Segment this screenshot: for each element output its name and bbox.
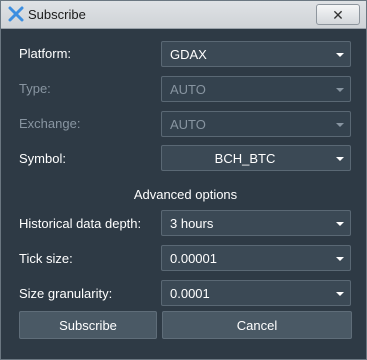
tick-size-value: 0.00001 [170,251,217,266]
historical-depth-value: 3 hours [170,216,214,231]
chevron-down-icon [336,157,344,161]
size-granularity-select[interactable]: 0.0001 [161,280,351,306]
dialog-content: Platform: GDAX Type: AUTO Exchange: AUTO… [2,29,365,358]
tick-size-label: Tick size: [19,251,73,266]
size-granularity-label: Size granularity: [19,286,113,301]
close-button[interactable]: ✕ [316,4,360,25]
type-label: Type: [19,81,51,96]
platform-label: Platform: [19,46,72,61]
exchange-label: Exchange: [19,116,81,131]
platform-select[interactable]: GDAX [161,41,351,67]
historical-depth-select[interactable]: 3 hours [161,210,351,236]
chevron-down-icon [336,53,344,57]
tick-size-select[interactable]: 0.00001 [161,245,351,271]
chevron-down-icon [336,257,344,261]
symbol-label: Symbol: [19,151,66,166]
subscribe-button[interactable]: Subscribe [19,311,157,339]
advanced-options-heading: Advanced options [133,187,238,202]
type-select[interactable]: AUTO [161,76,351,102]
close-icon: ✕ [332,6,344,23]
symbol-value: BCH_BTC [214,151,276,166]
platform-value: GDAX [170,47,207,62]
subscribe-dialog: Subscribe ✕ Platform: GDAX Type: AUTO Ex… [0,0,367,360]
app-x-logo-icon [8,6,24,22]
title-bar[interactable]: Subscribe ✕ [1,1,366,29]
chevron-down-icon [336,222,344,226]
exchange-value: AUTO [170,117,206,132]
type-value: AUTO [170,82,206,97]
size-granularity-value: 0.0001 [170,286,210,301]
historical-depth-label: Historical data depth: [19,216,142,231]
exchange-select[interactable]: AUTO [161,111,351,137]
chevron-down-icon [336,88,344,92]
chevron-down-icon [336,292,344,296]
symbol-select[interactable]: BCH_BTC [161,145,351,171]
chevron-down-icon [336,123,344,127]
window-title: Subscribe [28,7,86,22]
cancel-button[interactable]: Cancel [162,311,352,339]
